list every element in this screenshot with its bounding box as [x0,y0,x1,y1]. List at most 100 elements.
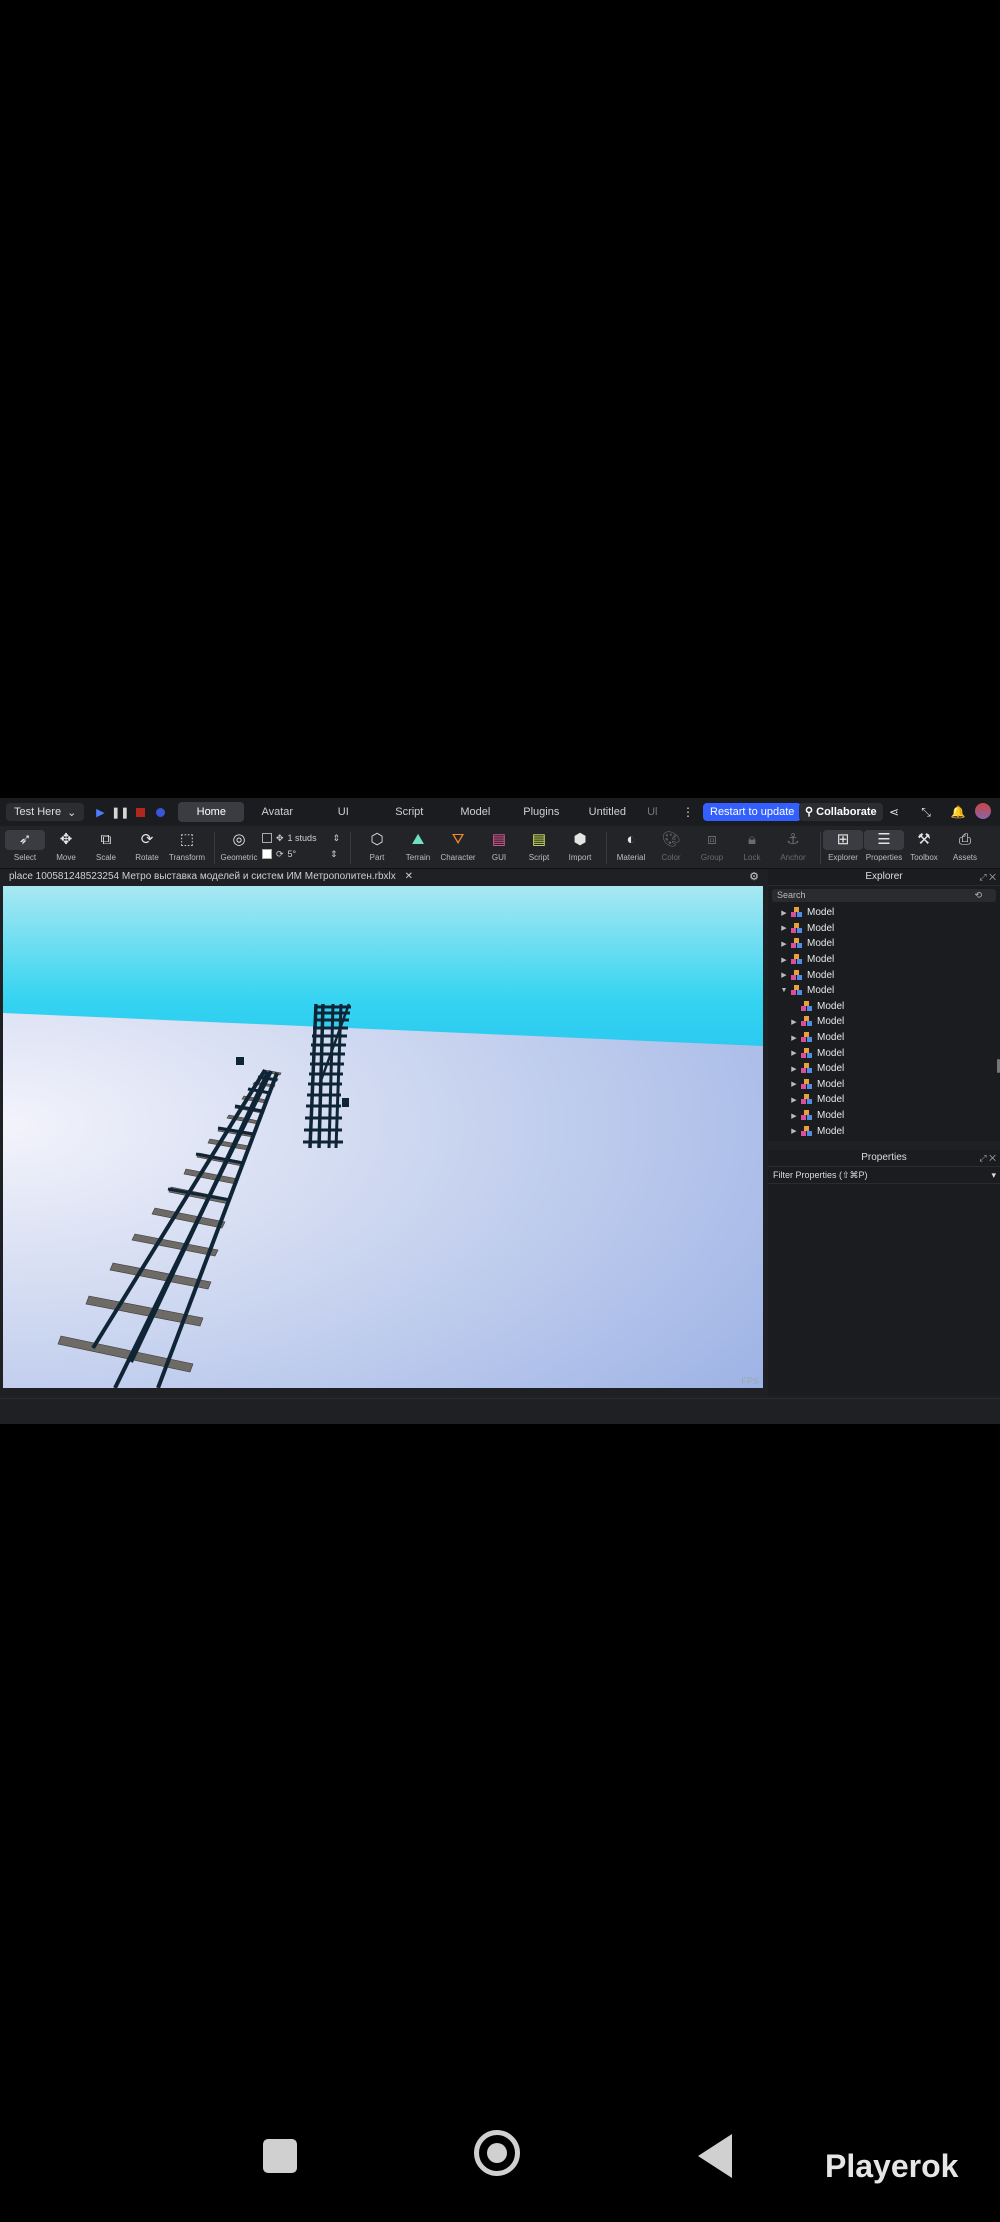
tree-item[interactable]: ▶ Model [768,936,1000,952]
tree-item[interactable]: ▶ Model [768,905,1000,921]
play-icon[interactable]: ▶ [90,802,110,822]
gear-icon[interactable]: ⚙ [749,869,759,885]
recent-apps-button[interactable] [263,2139,297,2173]
pause-icon[interactable]: ❚❚ [110,802,130,822]
tree-item[interactable]: ▶ Model [768,952,1000,968]
restart-to-update-button[interactable]: Restart to update [703,803,802,821]
anchor-tool[interactable]: ⚓︎ Anchor [773,830,813,862]
import-tool[interactable]: ⬢ Import [560,830,600,862]
3d-viewport[interactable]: FPS [3,886,763,1388]
move-snap-row[interactable]: ✥ 1 studs ⇕ [262,830,340,846]
tree-item[interactable]: ▶ Model [768,1092,1000,1108]
expand-right-icon[interactable]: ▶ [790,1112,798,1120]
rotate-snap-value[interactable]: 5° [288,849,297,859]
anchor-label: Anchor [780,853,806,862]
stop-icon[interactable] [130,802,150,822]
tree-item[interactable]: ▶ Model [768,921,1000,937]
expand-right-icon[interactable]: ▶ [780,971,788,979]
rotate-snap-checkbox[interactable] [262,849,272,859]
tab-plugins[interactable]: Plugins [508,802,574,822]
popout-icon[interactable]: ⤢ [979,872,986,882]
expand-right-icon[interactable]: ▶ [780,924,788,932]
tree-item[interactable]: ▶ Model [768,967,1000,983]
home-button[interactable] [474,2130,520,2176]
panel-controls[interactable]: ⤢ ✕ [979,1150,996,1166]
toolbox-label: Toolbox [910,853,938,862]
expand-right-icon[interactable]: ▶ [790,1127,798,1135]
stepper-icon[interactable]: ⇕ [333,833,341,844]
expand-right-icon[interactable]: ▶ [780,909,788,917]
scale-tool[interactable]: ⧉ Scale [86,830,126,862]
character-tool[interactable]: ⛛ Character [438,830,478,862]
properties-panel: Properties ⤢ ✕ Filter Properties (⇧⌘P) ▾ [768,1150,1000,1396]
close-icon[interactable]: ✕ [989,872,996,882]
back-button[interactable] [698,2134,732,2178]
expand-right-icon[interactable]: ▶ [790,1096,798,1104]
terrain-tool[interactable]: ⛰ Terrain [398,830,438,862]
gui-tool[interactable]: ▤ GUI [479,830,519,862]
color-tool[interactable]: 🎨︎ Color [651,830,691,862]
tree-item[interactable]: ▶ Model [768,1123,1000,1137]
tab-ul[interactable]: Ul [640,802,664,822]
move-snap-value[interactable]: 1 studs [288,833,317,843]
select-tool[interactable]: ➶ Select [5,830,45,862]
part-tool[interactable]: ⬡ Part [357,830,397,862]
expand-right-icon[interactable]: ▶ [790,1034,798,1042]
rotate-tool[interactable]: ⟳ Rotate [127,830,167,862]
expand-right-icon[interactable]: ▶ [780,956,788,964]
share-icon[interactable]: ⋖ [885,803,903,821]
move-snap-checkbox[interactable] [262,833,272,843]
collaborate-button[interactable]: ⚲ Collaborate [799,803,883,821]
tab-untitled[interactable]: Untitled [574,802,640,822]
expand-right-icon[interactable]: ▶ [790,1080,798,1088]
history-icon[interactable]: ⟲ [974,889,982,902]
move-tool[interactable]: ✥ Move [46,830,86,862]
tree-item[interactable]: ▶ Model [768,1030,1000,1046]
tree-item[interactable]: ▶ Model [768,1014,1000,1030]
close-icon[interactable]: ✕ [405,871,413,882]
filter-properties-input[interactable]: Filter Properties (⇧⌘P) ▾ [768,1167,1000,1184]
material-tool[interactable]: ◐ Material [611,830,651,862]
close-icon[interactable]: ✕ [989,1153,996,1163]
properties-icon: ☰ [864,830,904,850]
script-tool[interactable]: ▤ Script [519,830,559,862]
expand-down-icon[interactable]: ▼ [780,987,788,994]
tab-ui[interactable]: UI [310,802,376,822]
group-tool[interactable]: ⧈ Group [692,830,732,862]
tree-item[interactable]: ▶ Model [768,1045,1000,1061]
avatar[interactable] [974,803,992,821]
more-tabs-icon[interactable]: ⋮ [679,803,697,821]
explorer-toggle[interactable]: ⊞ Explorer [823,830,863,862]
test-here-dropdown[interactable]: Test Here ⌄ [6,803,85,821]
transform-tool[interactable]: ⬚ Transform [167,830,207,862]
expand-right-icon[interactable]: ▶ [790,1065,798,1073]
tree-item[interactable]: Model [768,999,1000,1015]
tree-item[interactable]: ▶ Model [768,1061,1000,1077]
lock-tool[interactable]: 🔒︎ Lock [732,830,772,862]
assets-toggle[interactable]: ⎙ Assets [945,830,985,862]
tab-script[interactable]: Script [376,802,442,822]
toolbox-toggle[interactable]: ⚒ Toolbox [904,830,944,862]
tab-model[interactable]: Model [442,802,508,822]
chevron-down-icon[interactable]: ▾ [991,1167,996,1183]
popout-icon[interactable]: ⤢ [979,1153,986,1163]
tree-item[interactable]: ▶ Model [768,1108,1000,1124]
tree-item[interactable]: ▼ Model [768,983,1000,999]
settings-circle-icon[interactable] [150,802,170,822]
tab-home[interactable]: Home [178,802,245,822]
fullscreen-icon[interactable]: ⤡ [917,803,935,821]
properties-toggle[interactable]: ☰ Properties [864,830,904,862]
expand-right-icon[interactable]: ▶ [780,940,788,948]
notification-bell-icon[interactable]: 🔔 [949,803,967,821]
expand-right-icon[interactable]: ▶ [790,1049,798,1057]
tab-avatar[interactable]: Avatar [244,802,310,822]
expand-right-icon[interactable]: ▶ [790,1018,798,1026]
lock-icon: 🔒︎ [748,831,756,848]
panel-controls[interactable]: ⤢ ✕ [979,869,996,885]
explorer-search-input[interactable]: Search ⟲ ⋯ [772,889,996,902]
rotate-snap-row[interactable]: ⟳ 5° ⇕ [262,846,340,862]
tree-item[interactable]: ▶ Model [768,1077,1000,1093]
document-tab[interactable]: place 100581248523254 Метро выставка мод… [0,869,765,885]
stepper-icon[interactable]: ⇕ [330,849,338,860]
geometric-tool[interactable]: ◎ Geometric [219,830,259,862]
